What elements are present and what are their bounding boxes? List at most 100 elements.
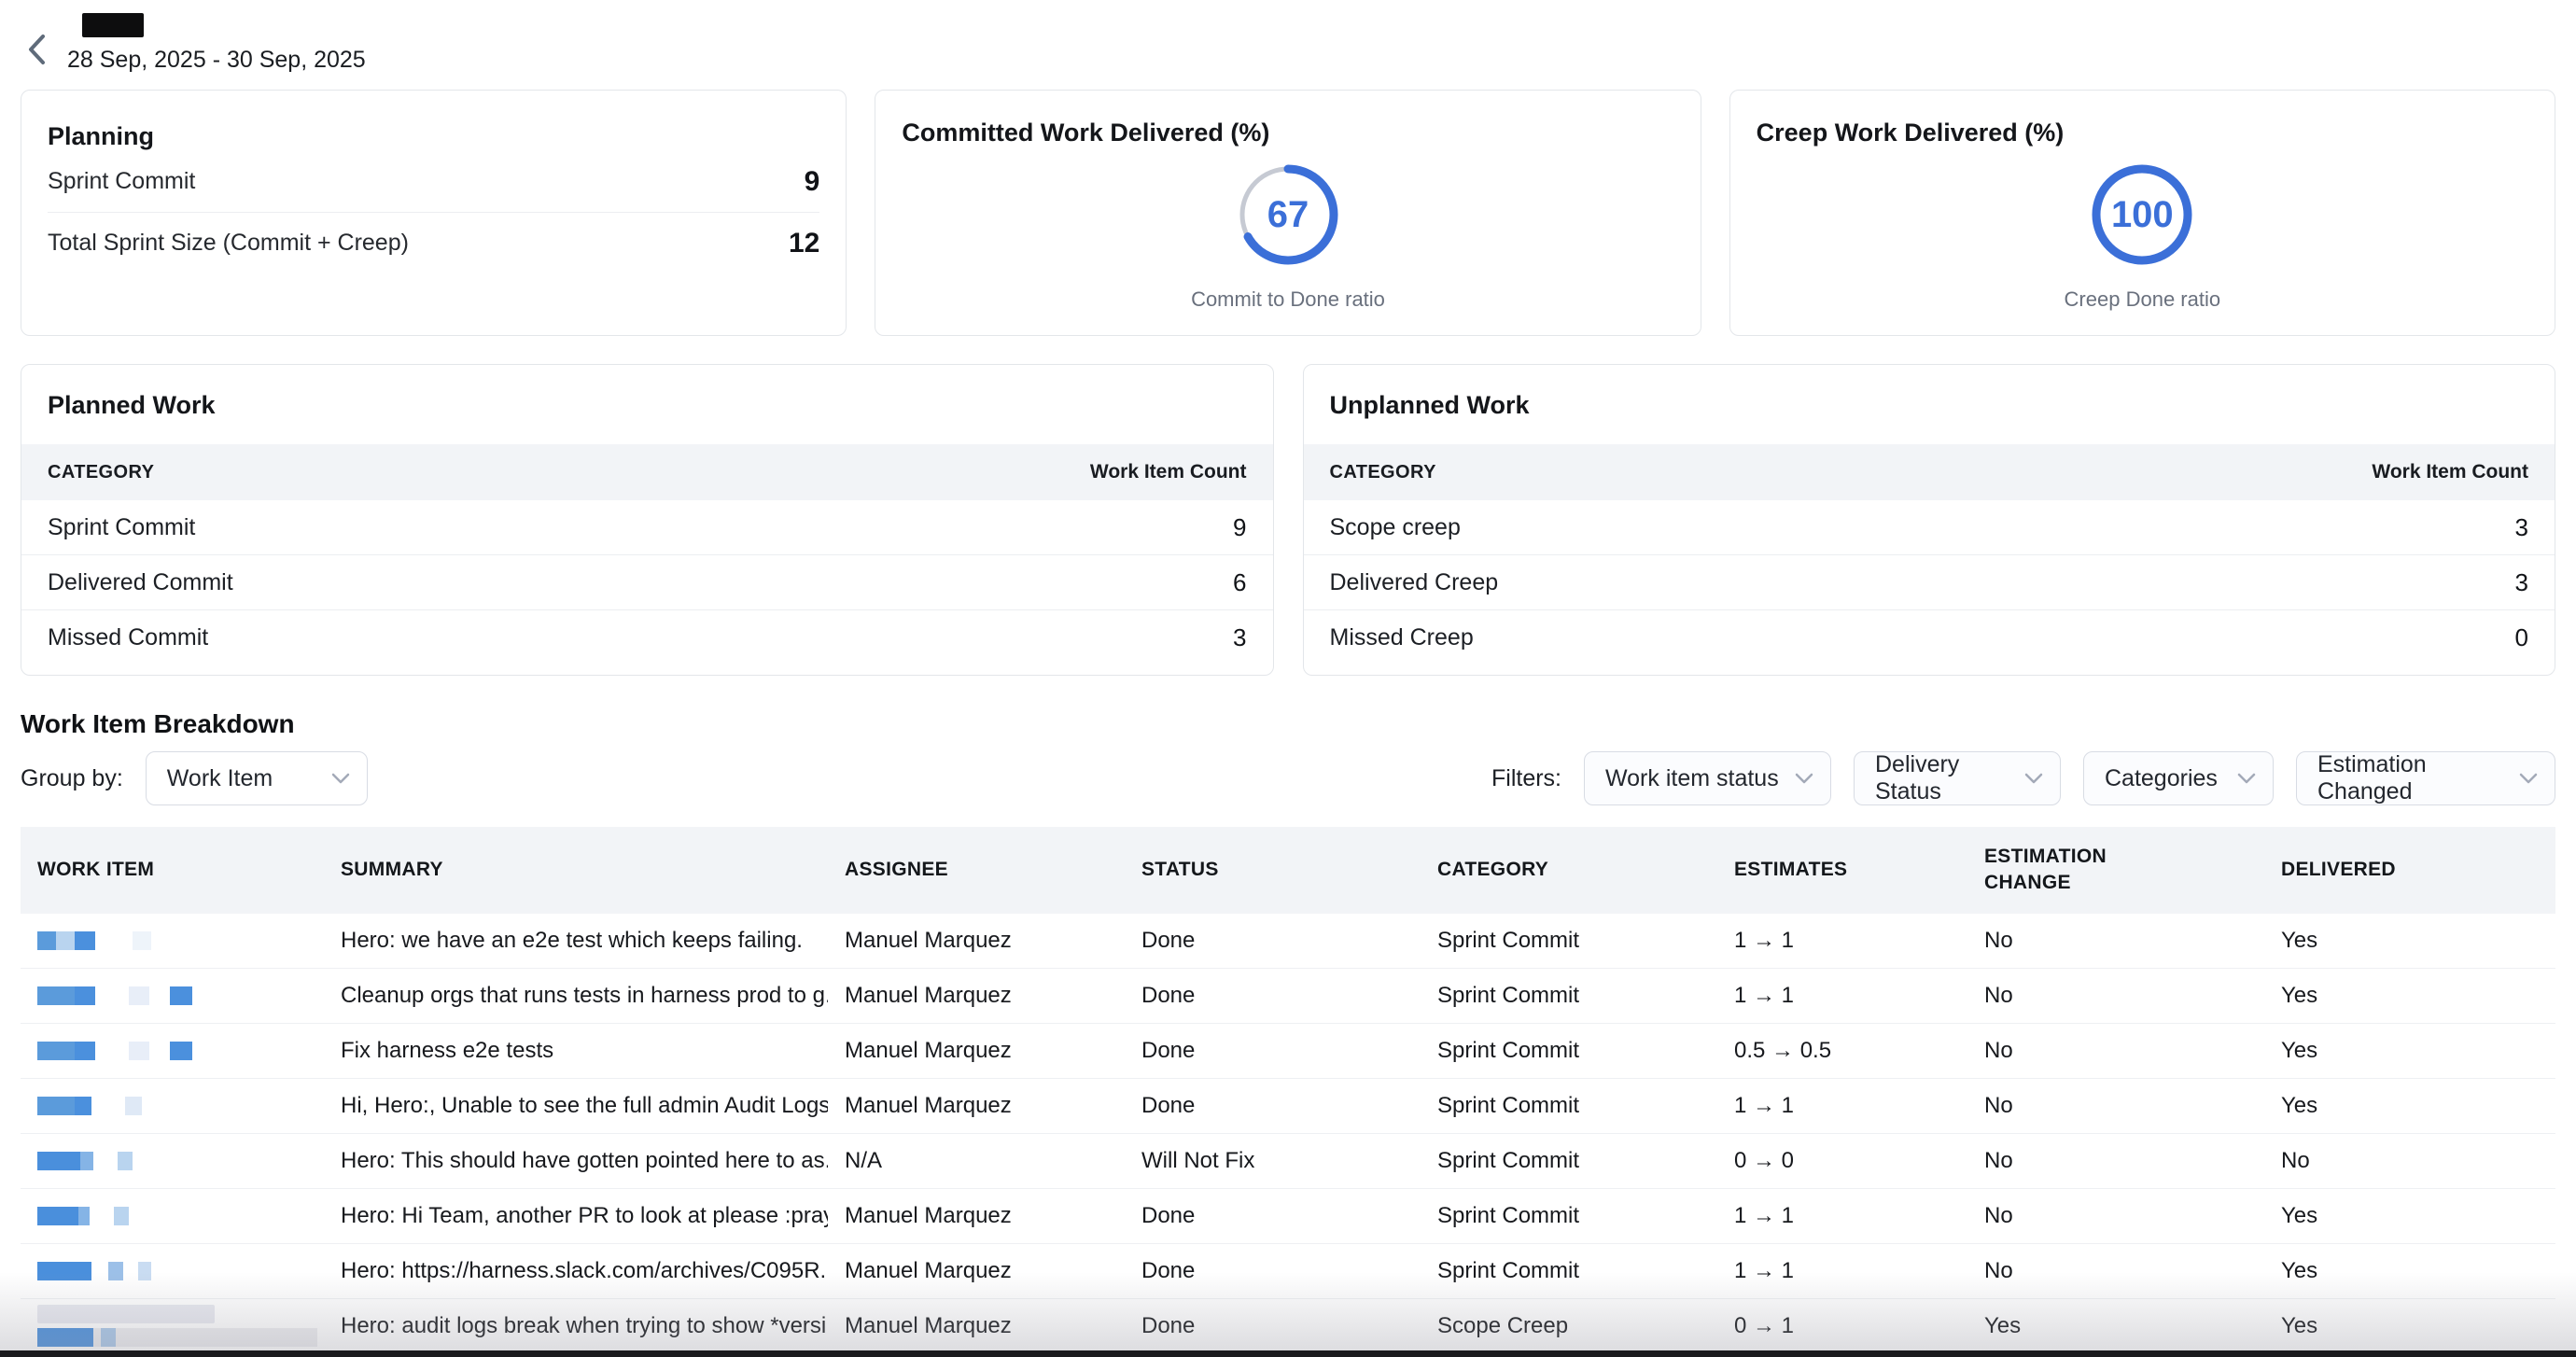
work-item-id-redacted[interactable] bbox=[21, 1152, 324, 1170]
work-item-estimation-change: No bbox=[1967, 983, 2264, 1009]
work-item-estimates: 1 → 1 bbox=[1717, 1258, 1967, 1284]
work-item-delivered: Yes bbox=[2264, 928, 2555, 954]
table-row: Missed Commit3 bbox=[21, 610, 1273, 665]
work-item-id-blocks bbox=[37, 1097, 324, 1115]
table-header: CATEGORY Work Item Count bbox=[21, 444, 1273, 500]
work-item-id-redacted[interactable] bbox=[21, 1305, 324, 1347]
redacted-block bbox=[37, 1305, 215, 1323]
column-header-delivered: DELIVERED bbox=[2264, 840, 2555, 900]
work-item-category: Scope Creep bbox=[1421, 1313, 1717, 1339]
work-item-delivered: Yes bbox=[2264, 1258, 2555, 1284]
work-item-summary: Fix harness e2e tests bbox=[324, 1038, 828, 1064]
work-item-id-blocks bbox=[37, 1152, 324, 1170]
work-item-id-redacted[interactable] bbox=[21, 1097, 324, 1115]
gauge-caption: Commit to Done ratio bbox=[1191, 287, 1385, 312]
planning-value: 9 bbox=[805, 166, 820, 198]
work-item-estimates: 0 → 1 bbox=[1717, 1313, 1967, 1339]
gauge-value: 100 bbox=[2090, 162, 2194, 267]
unplanned-work-title: Unplanned Work bbox=[1304, 391, 2555, 420]
group-by-dropdown[interactable]: Work Item bbox=[146, 751, 368, 805]
filter-label: Categories bbox=[2105, 765, 2218, 792]
work-item-assignee: Manuel Marquez bbox=[828, 1313, 1125, 1339]
group-by-value: Work Item bbox=[167, 765, 273, 792]
work-item-count-column-header: Work Item Count bbox=[1090, 461, 1247, 483]
table-row: Scope creep3 bbox=[1304, 500, 2555, 555]
work-item-category: Sprint Commit bbox=[1421, 1148, 1717, 1174]
table-row: Delivered Commit6 bbox=[21, 555, 1273, 610]
planning-row-total-sprint-size: Total Sprint Size (Commit + Creep) 12 bbox=[48, 213, 819, 273]
planning-card-title: Planning bbox=[48, 122, 819, 151]
creep-gauge: 100 bbox=[2090, 162, 2194, 267]
column-header-work-item: WORK ITEM bbox=[21, 840, 324, 900]
planning-value: 12 bbox=[789, 228, 819, 259]
filter-delivery-status-dropdown[interactable]: Delivery Status bbox=[1854, 751, 2061, 805]
count-cell: 9 bbox=[1233, 513, 1246, 542]
table-row: Missed Creep0 bbox=[1304, 610, 2555, 665]
table-row[interactable]: Hero: Hi Team, another PR to look at ple… bbox=[21, 1189, 2555, 1244]
work-item-estimation-change: No bbox=[1967, 928, 2264, 954]
table-row[interactable]: Hi, Hero:, Unable to see the full admin … bbox=[21, 1079, 2555, 1134]
work-item-id-redacted[interactable] bbox=[21, 1207, 324, 1225]
group-by-label: Group by: bbox=[21, 765, 123, 792]
count-cell: 6 bbox=[1233, 568, 1246, 597]
planning-row-sprint-commit: Sprint Commit 9 bbox=[48, 151, 819, 212]
filter-work-item-status-dropdown[interactable]: Work item status bbox=[1584, 751, 1831, 805]
filter-estimation-changed-dropdown[interactable]: Estimation Changed bbox=[2296, 751, 2555, 805]
work-item-status: Done bbox=[1125, 1258, 1421, 1284]
category-cell: Delivered Creep bbox=[1330, 569, 1499, 596]
work-item-id-blocks bbox=[37, 1262, 324, 1280]
work-item-summary: Hi, Hero:, Unable to see the full admin … bbox=[324, 1093, 828, 1119]
chevron-down-icon bbox=[1795, 773, 1813, 784]
chevron-down-icon bbox=[2237, 773, 2256, 784]
work-item-delivered: Yes bbox=[2264, 1313, 2555, 1339]
chevron-down-icon bbox=[2024, 773, 2043, 784]
work-item-summary: Hero: This should have gotten pointed he… bbox=[324, 1148, 828, 1174]
work-item-estimates: 1 → 1 bbox=[1717, 983, 1967, 1009]
filter-label: Delivery Status bbox=[1875, 751, 2009, 805]
work-item-id-blocks bbox=[37, 1328, 317, 1347]
creep-work-card: Creep Work Delivered (%) 100 Creep Done … bbox=[1729, 90, 2555, 336]
table-row[interactable]: Hero: we have an e2e test which keeps fa… bbox=[21, 914, 2555, 969]
unplanned-work-card: Unplanned Work CATEGORY Work Item Count … bbox=[1303, 364, 2556, 676]
work-item-status: Will Not Fix bbox=[1125, 1148, 1421, 1174]
table-row: Sprint Commit9 bbox=[21, 500, 1273, 555]
table-row[interactable]: Hero: This should have gotten pointed he… bbox=[21, 1134, 2555, 1189]
work-item-id-redacted[interactable] bbox=[21, 931, 324, 950]
filter-label: Estimation Changed bbox=[2317, 751, 2504, 805]
planned-work-card: Planned Work CATEGORY Work Item Count Sp… bbox=[21, 364, 1274, 676]
work-item-id-redacted[interactable] bbox=[21, 1262, 324, 1280]
work-item-assignee: Manuel Marquez bbox=[828, 1038, 1125, 1064]
work-item-status: Done bbox=[1125, 1203, 1421, 1229]
work-item-assignee: Manuel Marquez bbox=[828, 1258, 1125, 1284]
work-item-id-redacted[interactable] bbox=[21, 986, 324, 1005]
table-row[interactable]: Cleanup orgs that runs tests in harness … bbox=[21, 969, 2555, 1024]
creep-work-title: Creep Work Delivered (%) bbox=[1757, 119, 2065, 147]
table-row[interactable]: Fix harness e2e tests Manuel Marquez Don… bbox=[21, 1024, 2555, 1079]
work-item-estimation-change: No bbox=[1967, 1038, 2264, 1064]
column-header-category: CATEGORY bbox=[1421, 840, 1717, 900]
work-item-estimates: 0 → 0 bbox=[1717, 1148, 1967, 1174]
work-item-id-redacted[interactable] bbox=[21, 1042, 324, 1060]
filter-categories-dropdown[interactable]: Categories bbox=[2083, 751, 2274, 805]
work-item-summary: Hero: https://harness.slack.com/archives… bbox=[324, 1258, 828, 1284]
back-button[interactable] bbox=[24, 32, 52, 69]
table-row[interactable]: Hero: https://harness.slack.com/archives… bbox=[21, 1244, 2555, 1299]
chevron-down-icon bbox=[2519, 773, 2538, 784]
work-item-category: Sprint Commit bbox=[1421, 1258, 1717, 1284]
column-header-estimates: ESTIMATES bbox=[1717, 840, 1967, 900]
work-item-assignee: Manuel Marquez bbox=[828, 928, 1125, 954]
redacted-report-title bbox=[82, 13, 144, 37]
work-item-summary: Hero: we have an e2e test which keeps fa… bbox=[324, 928, 828, 954]
work-item-estimates: 0.5 → 0.5 bbox=[1717, 1038, 1967, 1064]
work-item-estimation-change: No bbox=[1967, 1258, 2264, 1284]
work-item-id-blocks bbox=[37, 1042, 324, 1060]
category-column-header: CATEGORY bbox=[1330, 462, 1436, 483]
table-row[interactable]: Hero: audit logs break when trying to sh… bbox=[21, 1299, 2555, 1354]
work-item-delivered: Yes bbox=[2264, 1203, 2555, 1229]
gauge-value: 67 bbox=[1236, 162, 1340, 267]
work-item-summary: Hero: Hi Team, another PR to look at ple… bbox=[324, 1203, 828, 1229]
filters-label: Filters: bbox=[1491, 765, 1561, 792]
work-item-status: Done bbox=[1125, 1038, 1421, 1064]
work-item-summary: Hero: audit logs break when trying to sh… bbox=[324, 1313, 828, 1339]
work-item-assignee: Manuel Marquez bbox=[828, 983, 1125, 1009]
